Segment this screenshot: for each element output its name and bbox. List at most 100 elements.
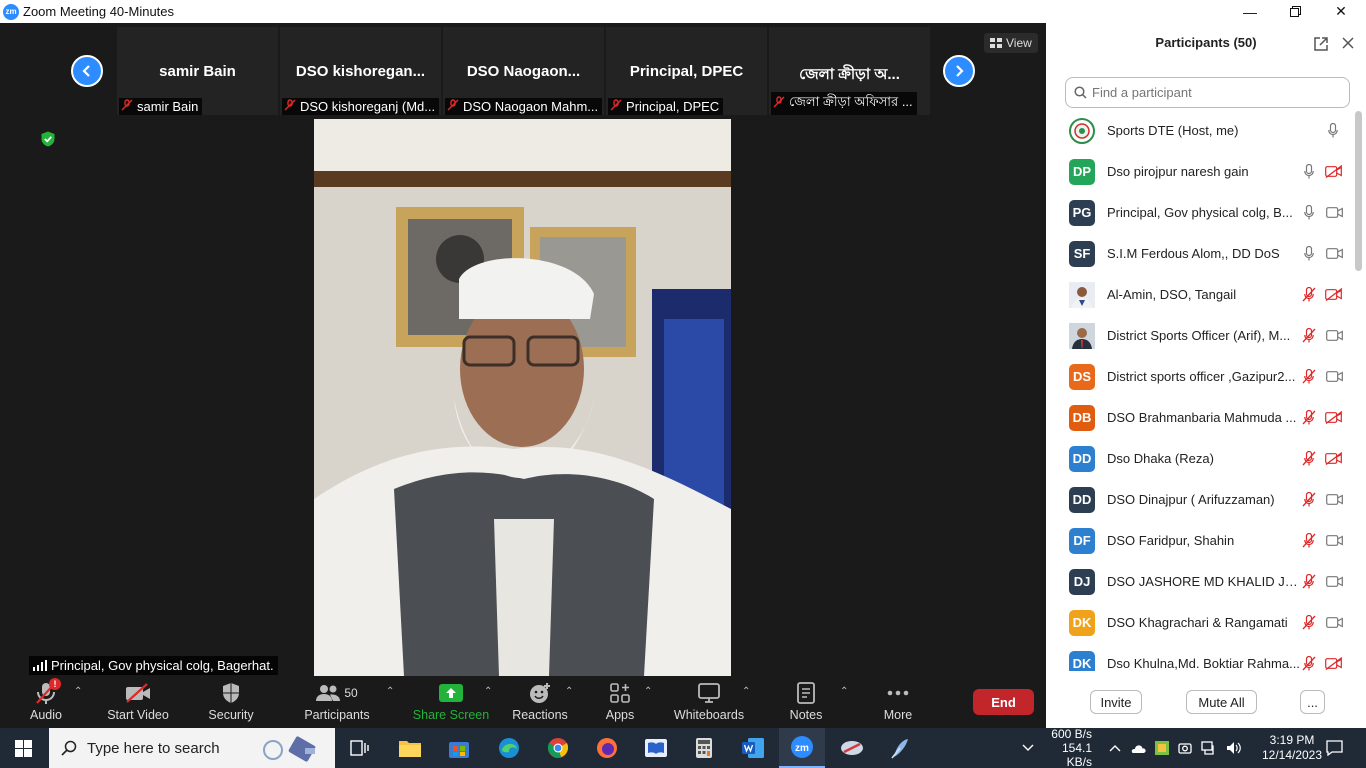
participant-row[interactable]: DK DSO Khagrachari & Rangamati <box>1046 602 1358 643</box>
encryption-shield-icon[interactable] <box>40 131 56 147</box>
camera-icon[interactable] <box>1325 370 1343 384</box>
participant-list-scrollbar[interactable] <box>1355 111 1362 271</box>
microphone-icon[interactable] <box>1302 205 1316 221</box>
participants-options-caret[interactable]: ⌃ <box>386 686 394 697</box>
camera-icon[interactable] <box>1325 493 1343 507</box>
participant-row[interactable]: PG Principal, Gov physical colg, B... <box>1046 192 1358 233</box>
active-speaker-video[interactable] <box>314 119 731 676</box>
chrome-app[interactable] <box>535 728 581 768</box>
mute-all-button[interactable]: Mute All <box>1186 690 1257 714</box>
strip-next-button[interactable] <box>943 55 975 87</box>
start-video-button[interactable]: Start Video <box>104 676 172 728</box>
apps-options-caret[interactable]: ⌃ <box>644 686 652 697</box>
participant-row[interactable]: DS District sports officer ,Gazipur2... <box>1046 356 1358 397</box>
video-tile[interactable]: জেলা ক্রীড়া অ... জেলা ক্রীড়া অফিসার ..… <box>769 27 930 115</box>
snipping-app[interactable] <box>829 728 875 768</box>
apps-button[interactable]: Apps <box>600 676 640 728</box>
mic-muted-icon[interactable] <box>1302 410 1316 426</box>
task-view-button[interactable] <box>337 728 383 768</box>
mic-muted-icon[interactable] <box>1302 615 1316 631</box>
reactions-button[interactable]: Reactions <box>511 676 569 728</box>
camera-icon[interactable] <box>1325 616 1343 630</box>
notification-center-button[interactable] <box>1324 728 1344 768</box>
microphone-icon[interactable] <box>1326 123 1340 139</box>
mic-muted-icon[interactable] <box>1302 574 1316 590</box>
clock[interactable]: 3:19 PM 12/14/2023 <box>1262 728 1322 768</box>
mic-muted-icon[interactable] <box>1302 369 1316 385</box>
participant-search-input[interactable] <box>1092 85 1332 100</box>
participant-row[interactable]: DD Dso Dhaka (Reza) <box>1046 438 1358 479</box>
taskbar-search[interactable]: Type here to search <box>49 728 335 768</box>
camera-icon[interactable] <box>1325 247 1343 261</box>
audio-button[interactable]: ! Audio <box>26 676 66 728</box>
participant-row[interactable]: DJ DSO JASHORE MD KHALID JAH... <box>1046 561 1358 602</box>
view-button[interactable]: View <box>984 33 1038 53</box>
camera-icon[interactable] <box>1325 206 1343 220</box>
mic-muted-icon[interactable] <box>1302 328 1316 344</box>
store-app[interactable] <box>436 728 482 768</box>
strip-prev-button[interactable] <box>71 55 103 87</box>
microphone-icon[interactable] <box>1302 246 1316 262</box>
mic-muted-icon[interactable] <box>1302 287 1316 303</box>
more-button[interactable]: More <box>880 676 916 728</box>
camera-icon[interactable] <box>1325 534 1343 548</box>
video-tile[interactable]: DSO Naogaon... DSO Naogaon Mahm... <box>443 27 604 115</box>
participant-row[interactable]: District Sports Officer (Arif), M... <box>1046 315 1358 356</box>
notes-options-caret[interactable]: ⌃ <box>840 686 848 697</box>
participant-row[interactable]: SF S.I.M Ferdous Alom,, DD DoS <box>1046 233 1358 274</box>
audio-options-caret[interactable]: ⌃ <box>74 686 82 697</box>
share-screen-button[interactable]: Share Screen <box>412 676 490 728</box>
mic-muted-icon[interactable] <box>1302 656 1316 672</box>
video-tile[interactable]: Principal, DPEC Principal, DPEC <box>606 27 767 115</box>
invite-button[interactable]: Invite <box>1090 690 1142 714</box>
participant-row[interactable]: DD DSO Dinajpur ( Arifuzzaman) <box>1046 479 1358 520</box>
file-explorer-app[interactable] <box>387 728 433 768</box>
participant-row[interactable]: Sports DTE (Host, me) <box>1046 111 1358 151</box>
onedrive-cloud-icon[interactable] <box>1130 742 1146 754</box>
tray-expand-icon[interactable] <box>1109 744 1121 752</box>
volume-icon[interactable] <box>1226 741 1242 755</box>
camera-off-icon[interactable] <box>1325 657 1343 671</box>
mic-muted-icon[interactable] <box>1302 533 1316 549</box>
participants-button[interactable]: 50 Participants <box>303 676 371 728</box>
network-speed-tray[interactable]: 600 B/s 154.1 KB/s <box>1022 727 1092 768</box>
start-button[interactable] <box>0 728 46 768</box>
close-panel-icon[interactable] <box>1342 37 1354 49</box>
network-ethernet-icon[interactable] <box>1201 741 1217 755</box>
pop-out-icon[interactable] <box>1314 37 1328 51</box>
security-button[interactable]: Security <box>204 676 258 728</box>
share-options-caret[interactable]: ⌃ <box>484 686 492 697</box>
camera-off-icon[interactable] <box>1325 288 1343 302</box>
notes-button[interactable]: Notes <box>786 676 826 728</box>
camera-off-icon[interactable] <box>1325 165 1343 179</box>
whiteboards-button[interactable]: Whiteboards <box>672 676 746 728</box>
camera-icon[interactable] <box>1325 575 1343 589</box>
participant-row[interactable]: DF DSO Faridpur, Shahin <box>1046 520 1358 561</box>
video-tile[interactable]: DSO kishoregan... DSO kishoreganj (Md... <box>280 27 441 115</box>
end-meeting-button[interactable]: End <box>973 689 1034 715</box>
maximize-button[interactable] <box>1272 0 1318 23</box>
participant-row[interactable]: DK Dso Khulna,Md. Boktiar Rahma... <box>1046 643 1358 671</box>
camera-off-icon[interactable] <box>1325 452 1343 466</box>
calculator-app[interactable] <box>681 728 727 768</box>
participant-row[interactable]: Al-Amin, DSO, Tangail <box>1046 274 1358 315</box>
camera-off-icon[interactable] <box>1325 411 1343 425</box>
mic-muted-icon[interactable] <box>1302 492 1316 508</box>
word-app[interactable] <box>730 728 776 768</box>
firefox-app[interactable] <box>584 728 630 768</box>
tray-app-green-icon[interactable] <box>1155 741 1169 755</box>
whiteboards-options-caret[interactable]: ⌃ <box>742 686 750 697</box>
microphone-icon[interactable] <box>1302 164 1316 180</box>
reactions-options-caret[interactable]: ⌃ <box>565 686 573 697</box>
close-window-button[interactable]: ✕ <box>1318 0 1364 23</box>
panel-more-button[interactable]: ... <box>1300 690 1325 714</box>
minimize-button[interactable]: — <box>1227 0 1273 23</box>
mic-muted-icon[interactable] <box>1302 451 1316 467</box>
participant-row[interactable]: DB DSO Brahmanbaria Mahmuda ... <box>1046 397 1358 438</box>
zoom-app-active[interactable]: zm <box>779 728 825 768</box>
edge-app[interactable] <box>486 728 532 768</box>
camera-privacy-icon[interactable] <box>1178 741 1192 755</box>
feather-app[interactable] <box>877 728 923 768</box>
participant-search[interactable] <box>1065 77 1350 108</box>
camera-icon[interactable] <box>1325 329 1343 343</box>
